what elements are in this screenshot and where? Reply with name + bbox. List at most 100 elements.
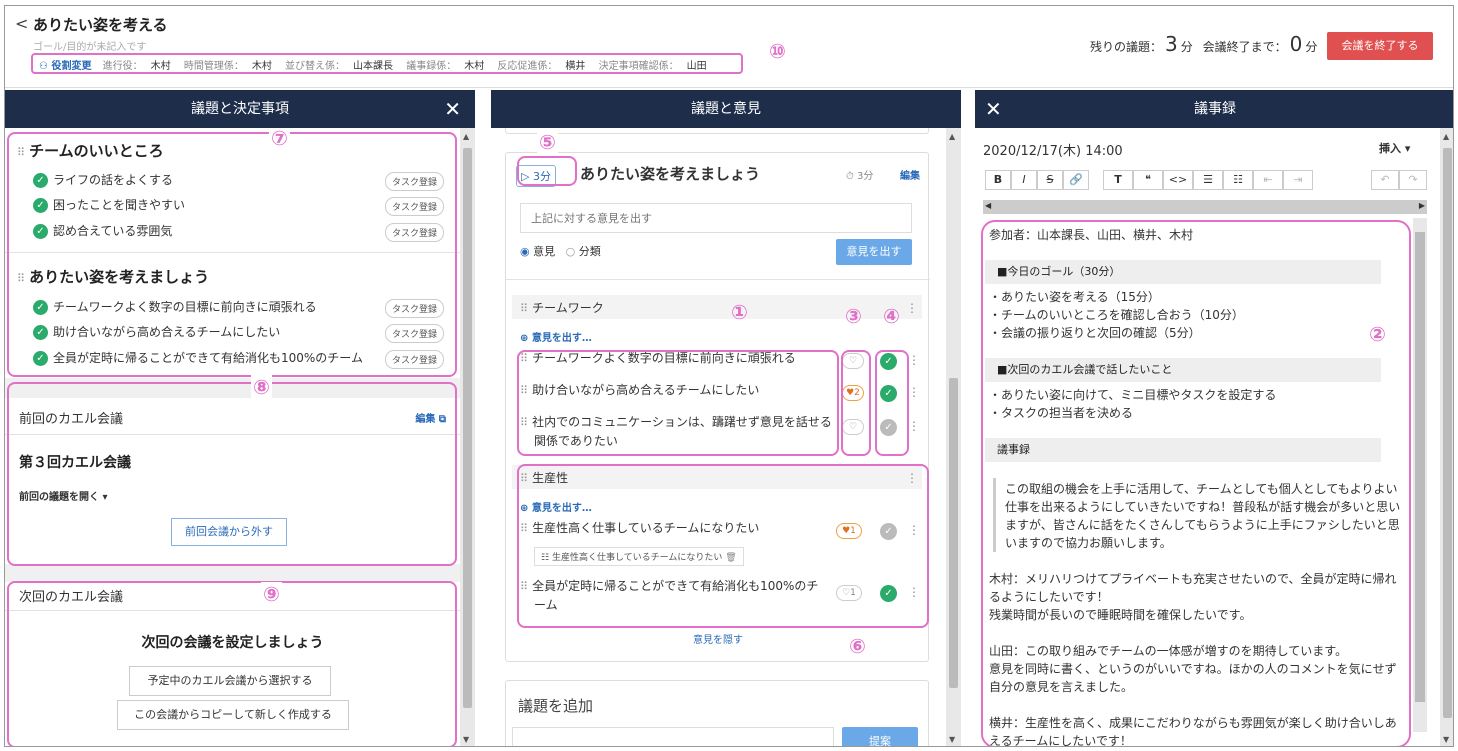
editor-scrollbar[interactable] [1413,218,1427,732]
end-value: 0 [1289,32,1303,56]
check-gray-icon[interactable]: ✓ [880,523,897,540]
like-button[interactable]: ♡ [842,353,864,369]
middle-scrollbar[interactable]: ▲ ▼ [946,128,961,746]
more-icon[interactable]: ⋮ [908,585,920,599]
drag-handle-icon[interactable]: ⠿ [520,416,528,429]
quote-line: この取組の機会を上手に活用して、チームとしても個人としてもよりよい [1005,482,1398,496]
task-tag[interactable]: ☷ 生産性高く仕事しているチームになりたい 🗑 [534,547,744,566]
heading-button[interactable]: T [1103,170,1133,190]
divider [5,610,460,611]
right-scrollbar[interactable]: ▲ ▼ [1440,128,1453,746]
redo-icon[interactable]: ↷ [1399,170,1427,190]
task-register-button[interactable]: タスク登録 [385,350,445,369]
bullet-list-icon[interactable]: ☰ [1193,170,1223,190]
quote-line: いますので協力お願いします。 [1005,536,1172,550]
add-opinion-label: 意見を出す… [531,333,592,344]
drag-handle-icon[interactable]: ⠿ [520,472,528,485]
more-icon[interactable]: ⋮ [906,471,918,485]
radio-opinion-label: 意見 [533,245,556,258]
topic-timer[interactable]: ▷ 3分 [516,165,556,187]
submit-opinion-button[interactable]: 意見を出す [836,239,912,265]
drag-handle-icon[interactable]: ⠿ [520,522,528,535]
horizontal-scrollbar[interactable]: ◀ ▶ [983,200,1427,214]
more-icon[interactable]: ⋮ [908,523,920,537]
check-icon[interactable]: ✓ [880,585,897,602]
more-icon[interactable]: ⋮ [908,353,920,367]
scroll-up-icon[interactable]: ▲ [1443,132,1449,141]
scroll-down-icon[interactable]: ▼ [463,735,469,744]
undo-icon[interactable]: ↶ [1371,170,1399,190]
task-register-button[interactable]: タスク登録 [385,299,445,318]
scroll-left-icon[interactable]: ◀ [985,201,991,210]
left-scrollbar[interactable]: ▲ ▼ [460,128,475,746]
drag-handle-icon[interactable]: ⠿ [520,580,528,593]
like-button[interactable]: ♥1 [836,523,862,539]
scroll-thumb[interactable] [1443,148,1452,718]
outdent-icon[interactable]: ⇤ [1253,170,1283,190]
insert-menu[interactable]: 挿入 ▾ [1379,140,1410,156]
link-icon[interactable]: 🔗 [1063,170,1089,190]
radio-empty-icon[interactable]: ○ [566,245,576,258]
scroll-right-icon[interactable]: ▶ [1419,201,1425,210]
task-register-button[interactable]: タスク登録 [385,223,445,242]
more-icon[interactable]: ⋮ [908,385,920,399]
role-value: 木村 [150,61,171,72]
scroll-down-icon[interactable]: ▼ [1443,735,1449,744]
quote-icon[interactable]: ❝ [1133,170,1163,190]
timer-value: 3分 [532,170,551,183]
like-button[interactable]: ♡1 [836,585,862,601]
task-register-button[interactable]: タスク登録 [385,197,445,216]
check-icon[interactable]: ✓ [880,385,897,402]
strike-button[interactable]: S [1037,170,1063,190]
drag-handle-icon[interactable]: ⠿ [520,302,528,315]
more-icon[interactable]: ⋮ [908,419,920,433]
scroll-up-icon[interactable]: ▲ [949,132,955,141]
add-opinion-link[interactable]: ⊕ 意見を出す… [520,329,592,344]
open-previous-topics[interactable]: 前回の議題を開く ▾ [19,488,108,503]
indent-icon[interactable]: ⇥ [1283,170,1313,190]
check-gray-icon[interactable]: ✓ [880,419,897,436]
opinion-input[interactable] [520,203,912,233]
edit-link[interactable]: 編集 ⧉ [415,410,446,425]
callout-9: ⑨ [261,582,282,606]
trash-icon[interactable]: 🗑 [725,553,736,563]
scroll-thumb[interactable] [949,378,958,688]
drag-handle-icon[interactable]: ⠿ [17,272,25,285]
opinion-text: 社内でのコミュニケーションは、躊躇せず意見を話せる [532,415,832,429]
scroll-up-icon[interactable]: ▲ [463,132,469,141]
more-icon[interactable]: ⋮ [906,301,918,315]
callout-2: ② [1367,322,1388,346]
italic-button[interactable]: I [1011,170,1037,190]
like-button[interactable]: ♡ [842,419,864,435]
code-icon[interactable]: <> [1163,170,1193,190]
copy-create-button[interactable]: この会議からコピーして新しく作成する [117,700,349,730]
drag-handle-icon[interactable]: ⠿ [520,384,528,397]
task-register-button[interactable]: タスク登録 [385,172,445,191]
drag-handle-icon[interactable]: ⠿ [17,146,25,159]
scroll-thumb[interactable] [1415,232,1425,702]
remove-previous-button[interactable]: 前回会議から外す [171,518,287,546]
add-opinion-link[interactable]: ⊕ 意見を出す… [520,499,592,514]
end-meeting-button[interactable]: 会議を終了する [1327,32,1433,60]
close-icon[interactable]: ✕ [444,90,461,128]
check-icon[interactable]: ✓ [880,353,897,370]
like-button[interactable]: ♥2 [842,385,864,401]
task-register-button[interactable]: タスク登録 [385,324,445,343]
propose-button[interactable]: 提案 [842,727,918,746]
scroll-down-icon[interactable]: ▼ [949,735,955,744]
drag-handle-icon[interactable]: ⠿ [520,352,528,365]
add-topic-input[interactable] [512,727,834,746]
radio-selected-icon[interactable]: ◉ [520,245,530,258]
back-icon[interactable]: < [15,14,28,33]
close-icon[interactable]: ✕ [985,90,1002,128]
scroll-thumb[interactable] [463,148,472,708]
topic-time: ⏱ 3分 [846,167,873,182]
decision-text: 全員が定時に帰ることができて有給消化も100%のチーム [53,351,363,365]
numbered-list-icon[interactable]: ☷ [1223,170,1253,190]
bold-button[interactable]: B [985,170,1011,190]
change-roles-button[interactable]: ⚇ 役割変更 [39,61,91,72]
edit-link[interactable]: 編集 [900,167,920,182]
select-scheduled-button[interactable]: 予定中のカエル会議から選択する [129,666,331,696]
time-remaining: 残りの議題： 3 分 会議終了まで： 0 分 [1090,32,1317,56]
goal-text[interactable]: ゴール/目的が未記入です [33,38,146,53]
